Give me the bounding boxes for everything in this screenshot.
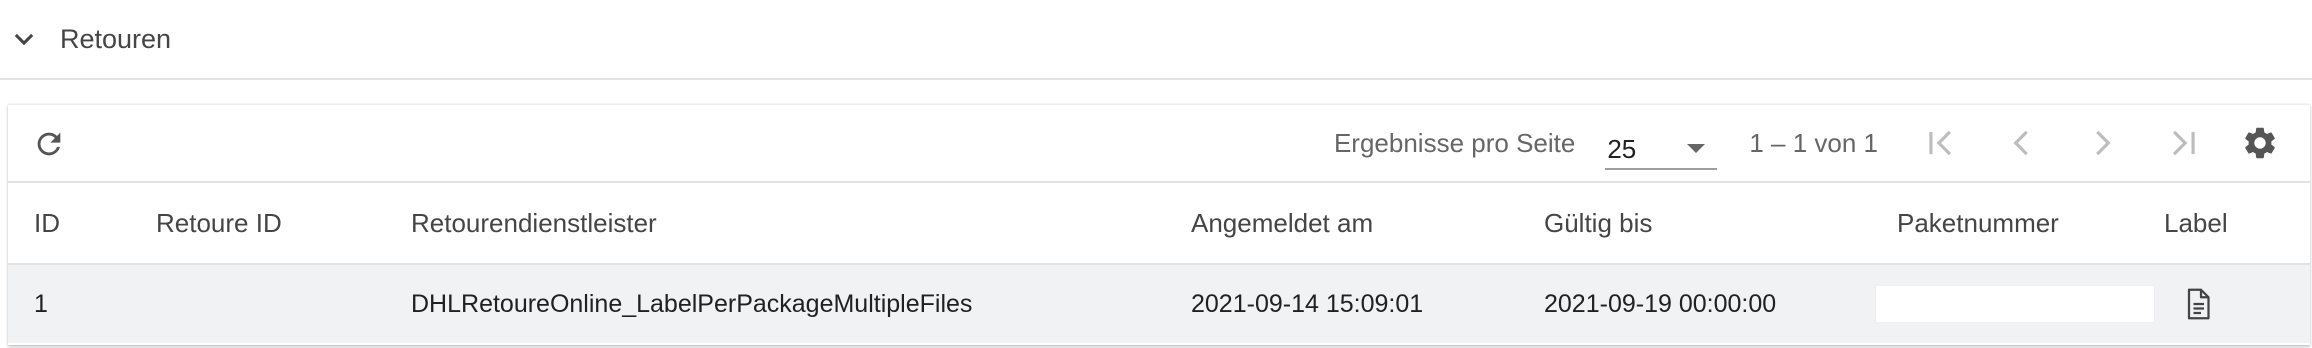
next-page-button[interactable] — [2082, 123, 2122, 163]
col-header-gueltig-bis[interactable]: Gültig bis — [1544, 183, 1897, 265]
label-download-button[interactable] — [2178, 283, 2218, 325]
col-header-retoure-id[interactable]: Retoure ID — [156, 183, 411, 265]
cell-gueltig-bis: 2021-09-19 00:00:00 — [1544, 264, 1897, 343]
previous-page-button[interactable] — [2002, 123, 2042, 163]
retouren-section-header[interactable]: Retouren — [0, 0, 2312, 80]
col-header-angemeldet-am[interactable]: Angemeldet am — [1191, 183, 1544, 265]
cell-angemeldet-am: 2021-09-14 15:09:01 — [1191, 264, 1544, 343]
document-icon — [2187, 288, 2210, 320]
refresh-button[interactable] — [28, 123, 70, 165]
table-toolbar: Ergebnisse pro Seite 25 1 – 1 von 1 — [8, 105, 2310, 183]
col-header-label[interactable]: Label — [2164, 183, 2310, 265]
cell-label — [2164, 264, 2310, 343]
paginator: Ergebnisse pro Seite 25 1 – 1 von 1 — [1334, 105, 2310, 181]
page-size-value: 25 — [1607, 134, 1637, 164]
cell-paketnummer — [1875, 264, 2164, 343]
col-header-paketnummer[interactable]: Paketnummer — [1897, 183, 2164, 265]
range-label: 1 – 1 von 1 — [1749, 127, 1878, 158]
chevron-down-icon[interactable] — [10, 25, 38, 53]
chevron-down-icon — [1687, 144, 1706, 153]
cell-retourendienstleister: DHLRetoureOnline_LabelPerPackageMultiple… — [411, 264, 1191, 343]
cell-retoure-id — [156, 264, 411, 343]
first-page-icon — [1929, 130, 1952, 156]
next-page-icon — [2096, 130, 2111, 156]
page-size-label: Ergebnisse pro Seite — [1333, 127, 1576, 158]
col-header-retourendienstleister[interactable]: Retourendienstleister — [411, 183, 1191, 265]
first-page-button[interactable] — [1922, 123, 1962, 163]
gear-icon — [2245, 127, 2275, 159]
col-header-id[interactable]: ID — [8, 183, 156, 265]
section-title: Retouren — [60, 23, 172, 54]
paketnummer-field[interactable] — [1875, 285, 2155, 323]
returns-card: Ergebnisse pro Seite 25 1 – 1 von 1 ID R… — [8, 104, 2310, 345]
table-header-row: ID Retoure ID Retourendienstleister Ange… — [8, 183, 2310, 265]
page-size-select[interactable]: 25 — [1605, 124, 1718, 170]
previous-page-icon — [2013, 130, 2028, 156]
returns-table: ID Retoure ID Retourendienstleister Ange… — [8, 183, 2310, 343]
table-row[interactable]: 1 DHLRetoureOnline_LabelPerPackageMultip… — [8, 264, 2310, 343]
refresh-icon — [37, 132, 61, 156]
cell-id: 1 — [8, 264, 156, 343]
last-page-icon — [2172, 130, 2195, 156]
settings-button[interactable] — [2238, 121, 2282, 165]
last-page-button[interactable] — [2162, 123, 2202, 163]
